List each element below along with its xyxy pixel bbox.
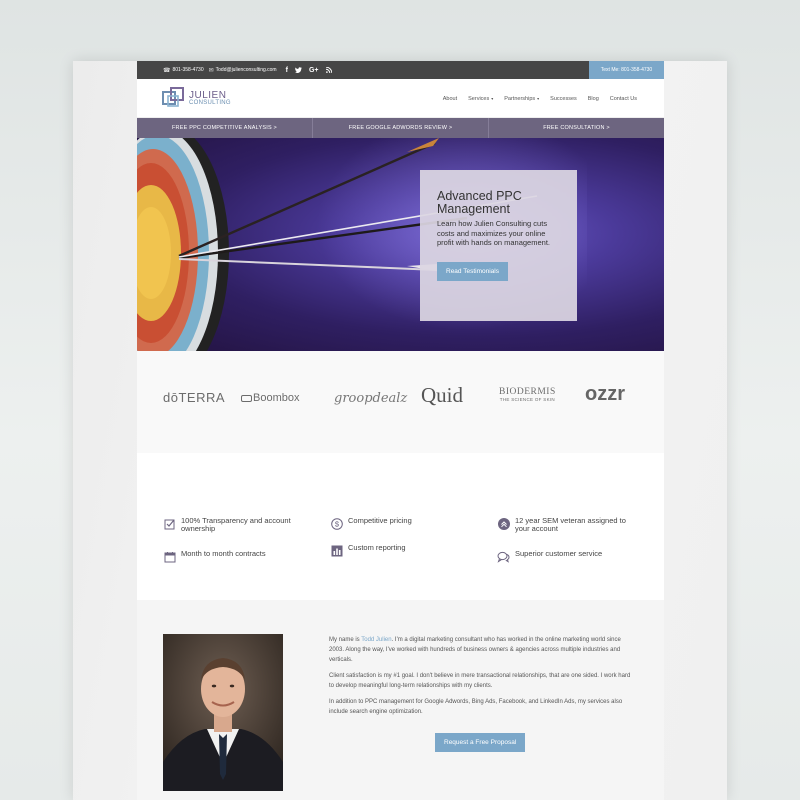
consultant-portrait [163, 634, 283, 791]
biodermis-label: BIODERMIS [499, 387, 556, 397]
nav-item-partnerships[interactable]: Partnerships ▾ [504, 96, 539, 102]
client-logo-boombox: Boombox [241, 392, 299, 404]
nav-item-about[interactable]: About [443, 96, 457, 102]
top-bar: ☎ 801-358-4730 ✉ Todd@julienconsulting.c… [137, 61, 664, 79]
chevron-down-icon: ▾ [491, 95, 494, 101]
nav-item-contact[interactable]: Contact Us [610, 96, 637, 102]
read-testimonials-button[interactable]: Read Testimonials [437, 261, 508, 281]
nav-item-blog[interactable]: Blog [588, 96, 599, 102]
logo-subtitle: CONSULTING [189, 99, 231, 106]
twitter-icon[interactable] [294, 67, 302, 74]
dollar-icon: $ [330, 517, 343, 530]
promo-bar: FREE PPC COMPETITIVE ANALYSIS > FREE GOO… [137, 118, 664, 138]
boombox-label: Boombox [253, 392, 300, 404]
portrait-illustration [163, 634, 283, 791]
about-paragraph-2: Client satisfaction is my #1 goal. I don… [329, 673, 631, 689]
hero-title: Advanced PPC Management [437, 189, 522, 216]
feature-service: Superior customer service [497, 550, 642, 563]
google-plus-icon[interactable]: G+ [309, 67, 319, 74]
feature-label: Competitive pricing [348, 516, 412, 525]
intro-text: My name is [329, 637, 362, 643]
client-logo-doterra: dōTERRA [163, 390, 226, 405]
feature-label: Custom reporting [348, 543, 406, 552]
hero-overlay-card: Advanced PPC Management Learn how Julien… [420, 170, 577, 321]
feature-contracts: Month to month contracts [163, 550, 313, 563]
chevrons-up-icon [497, 517, 510, 530]
archery-target-image [137, 138, 587, 351]
promo-consultation[interactable]: FREE CONSULTATION > [489, 118, 664, 138]
facebook-icon[interactable]: f [286, 67, 288, 74]
checkbox-icon [163, 517, 176, 530]
site-logo[interactable]: JULIEN CONSULTING [162, 87, 231, 109]
promo-adwords-review[interactable]: FREE GOOGLE ADWORDS REVIEW > [313, 118, 489, 138]
todd-julien-link[interactable]: Todd Julien [361, 637, 391, 643]
client-logo-groopdealz: groopdealz [334, 391, 408, 406]
phone-text: 801-358-4730 [172, 67, 204, 73]
top-contact: ☎ 801-358-4730 ✉ Todd@julienconsulting.c… [163, 61, 332, 79]
feature-label: Superior customer service [515, 549, 603, 558]
nav-label: Partnerships [504, 95, 536, 102]
about-paragraph-3: In addition to PPC management for Google… [329, 699, 623, 715]
chat-bubbles-icon [497, 550, 510, 563]
client-logos: dōTERRA Boombox groopdealz Quid BIODERMI… [137, 351, 664, 453]
request-proposal-button[interactable]: Request a Free Proposal [435, 733, 526, 752]
client-logo-ozzr: ozzr [585, 383, 625, 405]
client-logo-biodermis: BIODERMIS THE SCIENCE OF SKIN [499, 387, 556, 402]
text-me-button[interactable]: Text Me: 801-358-4730 [589, 61, 664, 79]
logo-mark-icon [162, 87, 184, 107]
about-section: My name is Todd Julien. I'm a digital ma… [137, 600, 664, 800]
email-contact[interactable]: ✉ Todd@julienconsulting.com [209, 67, 277, 74]
mail-icon: ✉ [208, 67, 214, 74]
boombox-icon [241, 394, 252, 402]
rss-icon[interactable] [325, 67, 332, 74]
promo-ppc-analysis[interactable]: FREE PPC COMPETITIVE ANALYSIS > [137, 118, 313, 138]
about-text: My name is Todd Julien. I'm a digital ma… [329, 635, 634, 723]
features-heading [137, 483, 664, 486]
chevron-down-icon: ▾ [537, 95, 540, 101]
feature-label: 12 year SEM veteran assigned to your acc… [515, 516, 626, 533]
email-text: Todd@julienconsulting.com [215, 67, 277, 73]
website-page: ☎ 801-358-4730 ✉ Todd@julienconsulting.c… [137, 61, 664, 800]
phone-icon: ☎ [163, 67, 171, 74]
hero-description: Learn how Julien Consulting cuts costs a… [437, 219, 550, 247]
nav-item-services[interactable]: Services ▾ [468, 96, 493, 102]
biodermis-tagline: THE SCIENCE OF SKIN [499, 397, 555, 402]
svg-text:$: $ [334, 519, 339, 528]
feature-veteran: 12 year SEM veteran assigned to your acc… [497, 517, 642, 533]
nav-label: Services [468, 95, 490, 102]
features-section: 100% Transparency and account ownership … [137, 453, 664, 600]
bar-chart-icon [330, 544, 343, 557]
phone-contact[interactable]: ☎ 801-358-4730 [163, 67, 204, 74]
social-links: f G+ [286, 67, 332, 74]
client-logo-quid: Quid [421, 383, 463, 407]
about-paragraph-1: My name is Todd Julien. I'm a digital ma… [329, 635, 634, 665]
main-nav: About Services ▾ Partnerships ▾ Successes … [443, 79, 637, 118]
feature-label: Month to month contracts [181, 549, 266, 558]
feature-reporting: Custom reporting [330, 544, 470, 557]
feature-label: 100% Transparency and account ownership [181, 516, 291, 533]
logo-name: JULIEN [189, 89, 227, 101]
calendar-icon [163, 550, 176, 563]
feature-transparency: 100% Transparency and account ownership [163, 517, 313, 533]
nav-item-successes[interactable]: Successes [550, 96, 577, 102]
hero-banner: Advanced PPC Management Learn how Julien… [137, 138, 664, 351]
feature-pricing: $ Competitive pricing [330, 517, 470, 530]
site-header: JULIEN CONSULTING About Services ▾ Partne… [137, 79, 664, 118]
